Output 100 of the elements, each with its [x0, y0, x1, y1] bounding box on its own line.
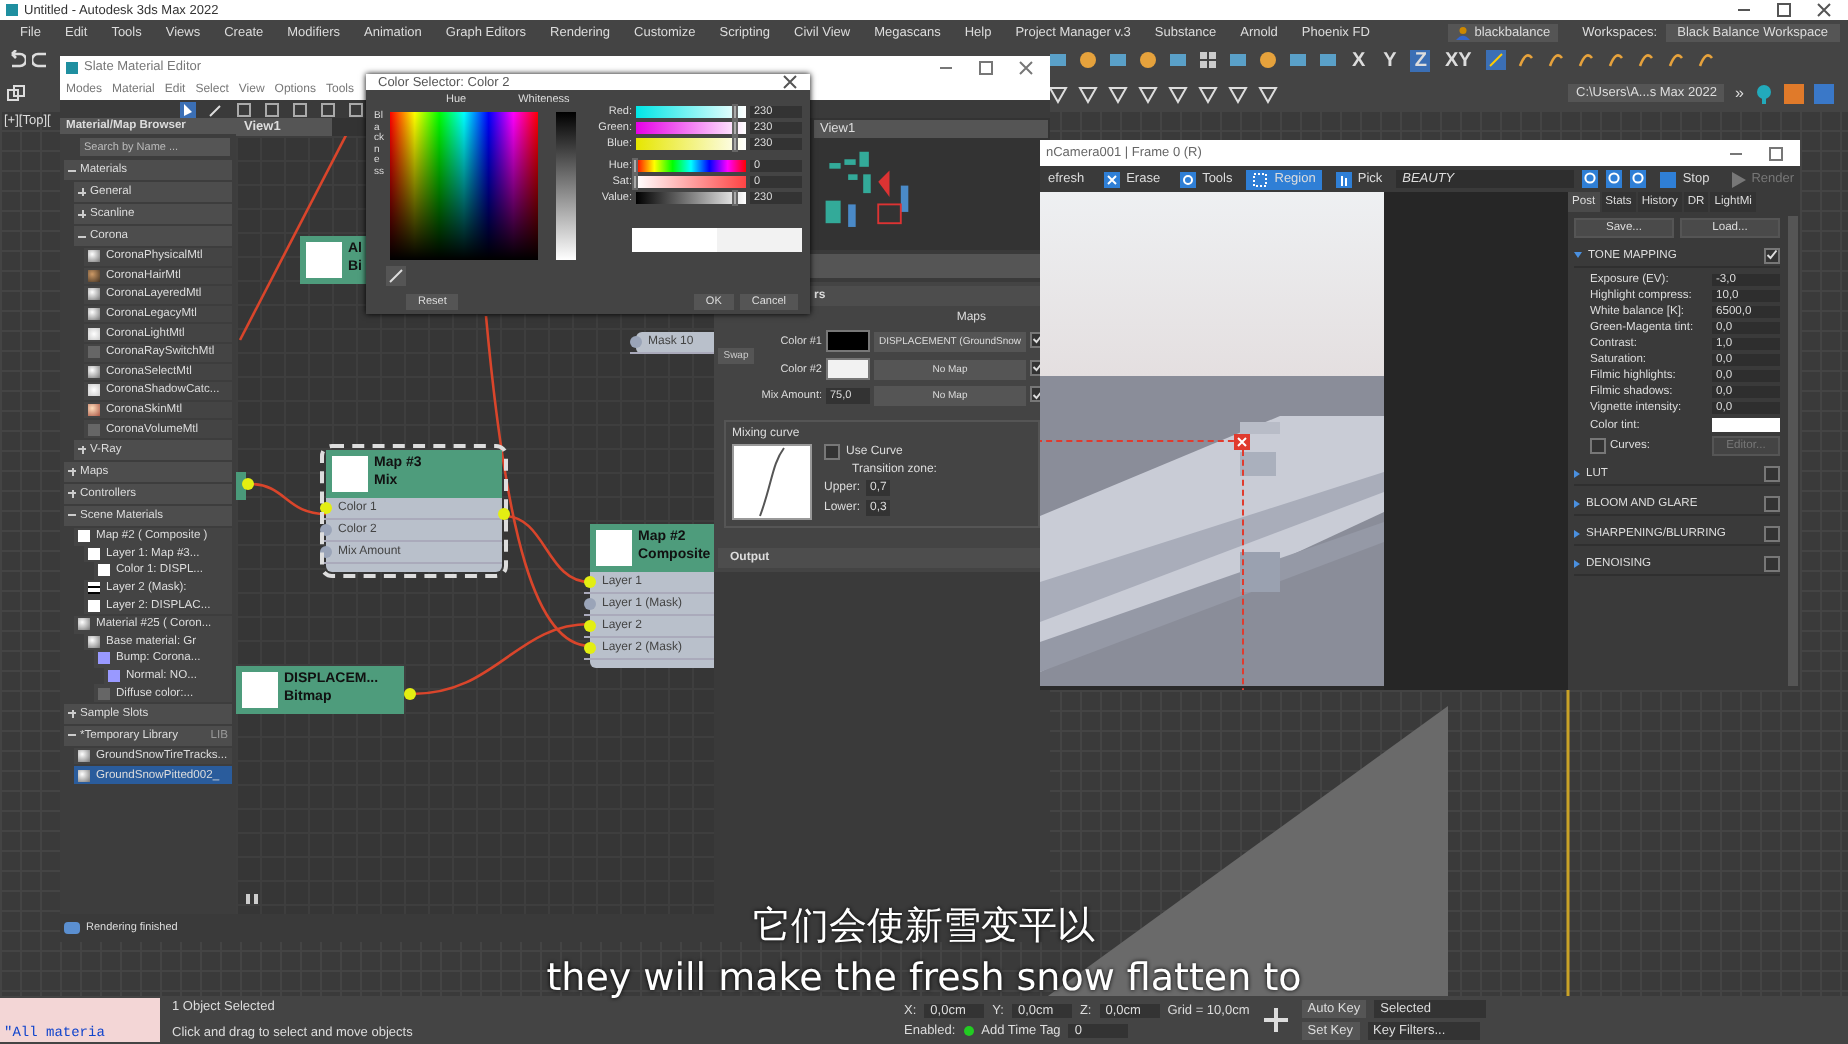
slider-thumb[interactable] [731, 136, 737, 152]
sphere-icon[interactable] [1078, 50, 1098, 71]
slider-thumb[interactable] [731, 104, 737, 120]
color-slider[interactable] [636, 122, 746, 134]
swatch-icon [88, 346, 100, 359]
overflow-button[interactable]: » [1734, 84, 1744, 103]
snap-icon[interactable] [1605, 50, 1626, 71]
subtitle-text: 它们会使新雪变平以 [753, 902, 1095, 952]
slider-thumb[interactable] [731, 120, 737, 136]
zoom-icon[interactable] [1630, 170, 1647, 188]
node-edge[interactable] [236, 472, 246, 500]
swatch-icon [88, 288, 100, 301]
connector-dot[interactable] [498, 508, 510, 520]
zoom-icon[interactable] [1605, 170, 1623, 188]
scrollbar[interactable] [1788, 216, 1798, 686]
connector-dot[interactable] [320, 524, 332, 536]
collapse-icon[interactable] [68, 166, 76, 174]
shape-icon[interactable] [1078, 83, 1098, 104]
eyedropper-icon[interactable] [208, 101, 224, 117]
sphere-icon[interactable] [1258, 50, 1278, 71]
whiteness-bar[interactable] [556, 112, 576, 260]
axis-button[interactable]: XY [1440, 49, 1476, 72]
maximize-icon[interactable] [1776, 2, 1792, 18]
close-icon[interactable] [782, 74, 798, 90]
checkbox[interactable] [1764, 465, 1780, 481]
snap-icon[interactable] [1575, 50, 1596, 71]
shape-icon[interactable] [1228, 83, 1248, 104]
connector-dot[interactable] [584, 598, 596, 610]
shape-icon[interactable] [1168, 83, 1188, 104]
redo-icon[interactable] [32, 50, 52, 71]
color-swatch[interactable] [826, 358, 870, 380]
checkbox[interactable] [1590, 438, 1606, 454]
shape-icon[interactable] [1138, 83, 1158, 104]
connector-dot[interactable] [404, 688, 416, 700]
swatch-icon [98, 687, 110, 700]
box-icon[interactable] [1048, 50, 1068, 71]
subtitle-text: they will make the fresh snow flatten to [546, 956, 1302, 1000]
slider-thumb[interactable] [632, 158, 638, 174]
slider-thumb[interactable] [731, 190, 737, 206]
snap-icon[interactable] [1545, 50, 1566, 71]
connector-dot[interactable] [584, 642, 596, 654]
snap-icon[interactable] [1635, 50, 1656, 71]
maximize-icon[interactable] [978, 59, 994, 75]
axis-button[interactable]: Y [1379, 49, 1401, 72]
connector-dot[interactable] [320, 502, 332, 514]
region-frame[interactable] [1040, 440, 1244, 690]
app-logo-icon [6, 4, 18, 16]
checkbox[interactable] [824, 444, 840, 460]
axis-button[interactable]: X [1348, 49, 1370, 72]
shape-icon[interactable] [1048, 83, 1068, 104]
node-thumbnail [242, 672, 278, 708]
checkbox[interactable] [1764, 525, 1780, 541]
status-dot [963, 1025, 974, 1035]
select-arrow-icon[interactable] [180, 101, 196, 117]
collapsed-arrow-icon [1574, 499, 1580, 507]
grid-icon[interactable] [1198, 50, 1218, 71]
color-slider[interactable] [636, 176, 746, 188]
snap-icon[interactable] [1695, 50, 1716, 71]
undo-icon[interactable] [6, 50, 26, 71]
snap-icon[interactable] [1485, 50, 1506, 71]
plus-icon[interactable] [1261, 1006, 1290, 1034]
connector-dot[interactable] [584, 576, 596, 588]
plugin-icon[interactable] [1783, 83, 1804, 104]
link-icon[interactable] [6, 83, 26, 104]
axis-button[interactable]: Z [1410, 49, 1431, 72]
swatch-icon [88, 365, 100, 378]
hue-picker[interactable] [390, 112, 538, 260]
dashed-square-icon [1252, 171, 1269, 187]
swatch-icon [88, 423, 100, 436]
bulb-icon[interactable] [1753, 83, 1774, 104]
connector-dot[interactable] [320, 546, 332, 558]
color-slider[interactable] [636, 160, 746, 172]
connector-dot[interactable] [584, 620, 596, 632]
zoom-icon[interactable] [1581, 170, 1598, 188]
swatch-icon [78, 769, 90, 782]
sphere-icon[interactable] [1138, 50, 1158, 71]
checkbox[interactable] [1764, 555, 1780, 571]
color-swatch[interactable] [1712, 418, 1780, 432]
connector-dot[interactable] [630, 336, 642, 348]
shape-icon[interactable] [1108, 83, 1128, 104]
color-swatch[interactable] [826, 330, 870, 352]
collapsed-arrow-icon [1574, 559, 1580, 567]
slider-thumb[interactable] [632, 174, 638, 190]
shape-icon[interactable] [1258, 83, 1278, 104]
snap-icon[interactable] [1515, 50, 1536, 71]
close-icon[interactable] [1816, 2, 1832, 18]
shape-icon[interactable] [1198, 83, 1218, 104]
checkbox[interactable] [1764, 247, 1780, 263]
eyedropper-icon[interactable] [386, 266, 406, 286]
snap-icon[interactable] [1665, 50, 1686, 71]
maximize-icon[interactable] [1768, 145, 1784, 161]
close-icon[interactable] [1018, 59, 1034, 75]
color-slider[interactable] [636, 106, 746, 118]
pan-icon[interactable] [244, 890, 260, 906]
color-slider[interactable] [636, 192, 746, 204]
swatch-icon [88, 269, 100, 282]
checkbox[interactable] [1764, 495, 1780, 511]
teapot-icon [64, 922, 80, 934]
collapse-icon[interactable] [78, 232, 86, 240]
color-slider[interactable] [636, 138, 746, 150]
